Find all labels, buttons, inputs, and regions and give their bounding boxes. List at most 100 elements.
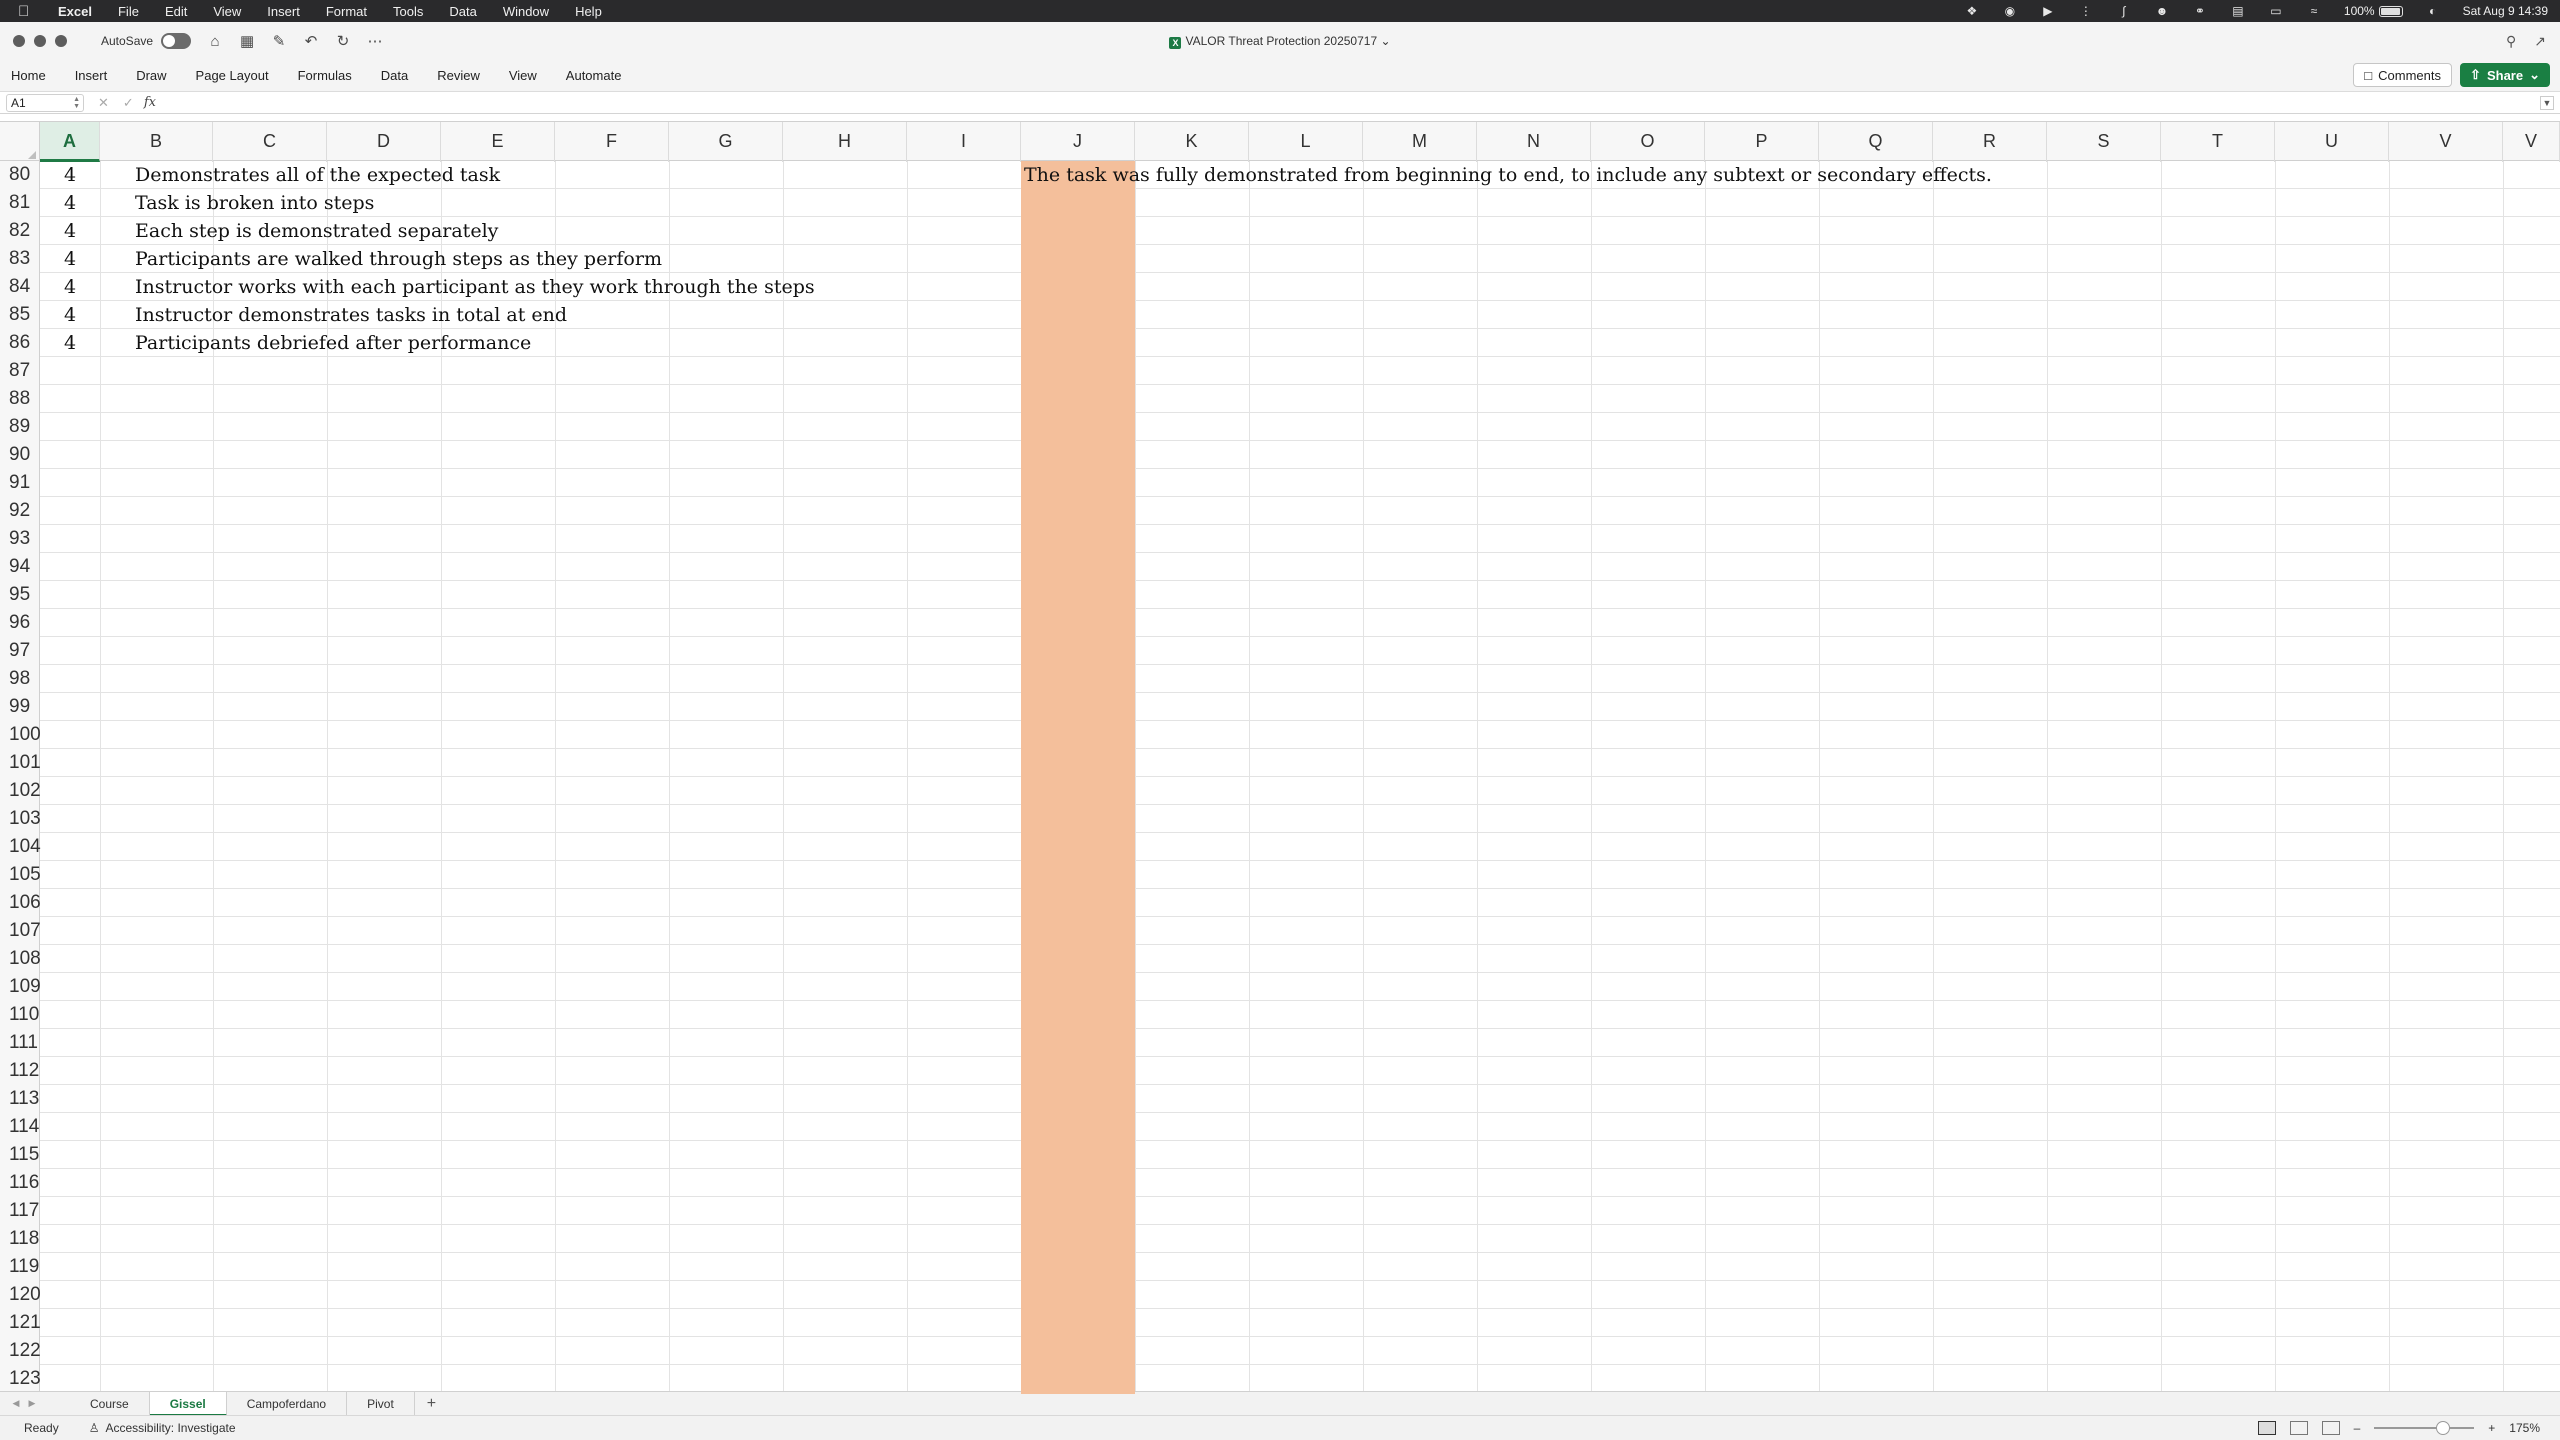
column-header-a[interactable]: A [40,122,100,162]
cell-a[interactable] [40,1253,100,1281]
row-number[interactable]: 80 [0,161,40,189]
tab-draw[interactable]: Draw [136,68,166,83]
search-icon[interactable]: ⚲ [2506,33,2516,50]
cell-a[interactable]: 4 [40,161,100,189]
menu-tools[interactable]: Tools [393,4,423,19]
row-number[interactable]: 97 [0,637,40,665]
menu-insert[interactable]: Insert [267,4,300,19]
zoom-slider[interactable] [2374,1421,2475,1435]
cell-b[interactable]: Demonstrates all of the expected task [135,161,500,189]
cell-a[interactable] [40,1281,100,1309]
comments-button[interactable]: □ Comments [2353,63,2452,87]
column-header-h[interactable]: H [783,122,907,162]
table-row[interactable]: 94 [0,553,2560,581]
cell-a[interactable] [40,833,100,861]
sheet-tab-gissel[interactable]: Gissel [149,1391,227,1416]
menu-excel[interactable]: Excel [58,4,92,19]
row-number[interactable]: 87 [0,357,40,385]
cell-a[interactable] [40,1365,100,1393]
column-header-v[interactable]: V [2503,122,2560,162]
row-number[interactable]: 102 [0,777,41,805]
row-number[interactable]: 113 [0,1085,40,1113]
control-center-icon[interactable]: ◐ [2425,5,2441,17]
share-link-icon[interactable]: ↗ [2534,33,2546,50]
table-row[interactable]: 105 [0,861,2560,889]
row-number[interactable]: 96 [0,609,40,637]
zoom-out-icon[interactable]: – [2354,1421,2361,1435]
cell-a[interactable] [40,917,100,945]
row-number[interactable]: 108 [0,945,41,973]
menu-edit[interactable]: Edit [165,4,187,19]
cancel-edit-icon[interactable]: ✕ [98,95,109,111]
dropbox-icon[interactable]: ❖ [1964,5,1980,17]
column-header-e[interactable]: E [441,122,555,162]
cell-a[interactable] [40,1169,100,1197]
save-icon[interactable]: ▦ [239,32,255,50]
redo-icon[interactable]: ↻ [335,32,351,50]
menubar-clock[interactable]: Sat Aug 9 14:39 [2463,4,2548,18]
row-number[interactable]: 123 [0,1365,41,1393]
calendar-icon[interactable]: ▤ [2230,5,2246,17]
insert-function-icon[interactable]: fx [144,95,156,110]
cell-a[interactable] [40,525,100,553]
cell-j[interactable]: The task was fully demonstrated from beg… [1024,161,1992,189]
select-all-corner[interactable] [0,122,40,162]
column-header-m[interactable]: M [1363,122,1477,162]
row-number[interactable]: 91 [0,469,40,497]
row-number[interactable]: 84 [0,273,40,301]
document-title[interactable]: X VALOR Threat Protection 20250717 ⌄ [0,34,2560,49]
cell-b[interactable]: Task is broken into steps [135,189,374,217]
menu-help[interactable]: Help [575,4,602,19]
cell-a[interactable] [40,1001,100,1029]
menu-view[interactable]: View [213,4,241,19]
row-number[interactable]: 82 [0,217,40,245]
cell-a[interactable] [40,497,100,525]
table-row[interactable]: 107 [0,917,2560,945]
column-header-n[interactable]: N [1477,122,1591,162]
autosave-toggle[interactable] [161,33,192,49]
row-number[interactable]: 89 [0,413,40,441]
menu-window[interactable]: Window [503,4,549,19]
row-number[interactable]: 112 [0,1057,40,1085]
table-row[interactable]: 121 [0,1309,2560,1337]
save-as-icon[interactable]: ✎ [271,32,287,50]
table-row[interactable]: 104 [0,833,2560,861]
cell-a[interactable] [40,413,100,441]
row-number[interactable]: 110 [0,1001,40,1029]
row-number[interactable]: 94 [0,553,40,581]
table-row[interactable]: 81 4 Task is broken into steps [0,189,2560,217]
table-row[interactable]: 96 [0,609,2560,637]
cell-a[interactable] [40,1057,100,1085]
table-row[interactable]: 118 [0,1225,2560,1253]
row-number[interactable]: 120 [0,1281,41,1309]
cell-b[interactable]: Each step is demonstrated separately [135,217,498,245]
cell-a[interactable] [40,665,100,693]
name-box[interactable]: A1 ▲ ▼ [6,93,84,112]
undo-icon[interactable]: ↶ [303,32,319,50]
table-row[interactable]: 113 [0,1085,2560,1113]
home-icon[interactable]: ⌂ [207,33,223,50]
battery-indicator[interactable]: 100% [2344,4,2403,18]
minimize-window-button[interactable] [34,35,46,47]
headphones-icon[interactable]: ⚭ [2192,5,2208,17]
table-row[interactable]: 82 4 Each step is demonstrated separately [0,217,2560,245]
table-row[interactable]: 91 [0,469,2560,497]
column-header-k[interactable]: K [1135,122,1249,162]
cell-a[interactable] [40,637,100,665]
row-number[interactable]: 121 [0,1309,41,1337]
accessibility-status[interactable]: ♙ Accessibility: Investigate [89,1421,236,1435]
cell-a[interactable] [40,1085,100,1113]
column-header-c[interactable]: C [213,122,327,162]
tab-data[interactable]: Data [381,68,408,83]
sync-icon[interactable]: ◉ [2002,5,2018,17]
table-row[interactable]: 111 [0,1029,2560,1057]
row-number[interactable]: 115 [0,1141,40,1169]
column-header-t[interactable]: T [2161,122,2275,162]
cell-a[interactable] [40,385,100,413]
page-layout-view-icon[interactable] [2289,1421,2308,1435]
apple-menu-icon[interactable]:  [18,3,38,20]
row-number[interactable]: 105 [0,861,41,889]
cell-a[interactable] [40,693,100,721]
column-header-p[interactable]: P [1705,122,1819,162]
prev-sheet-icon[interactable]: ◀ [8,1398,24,1409]
